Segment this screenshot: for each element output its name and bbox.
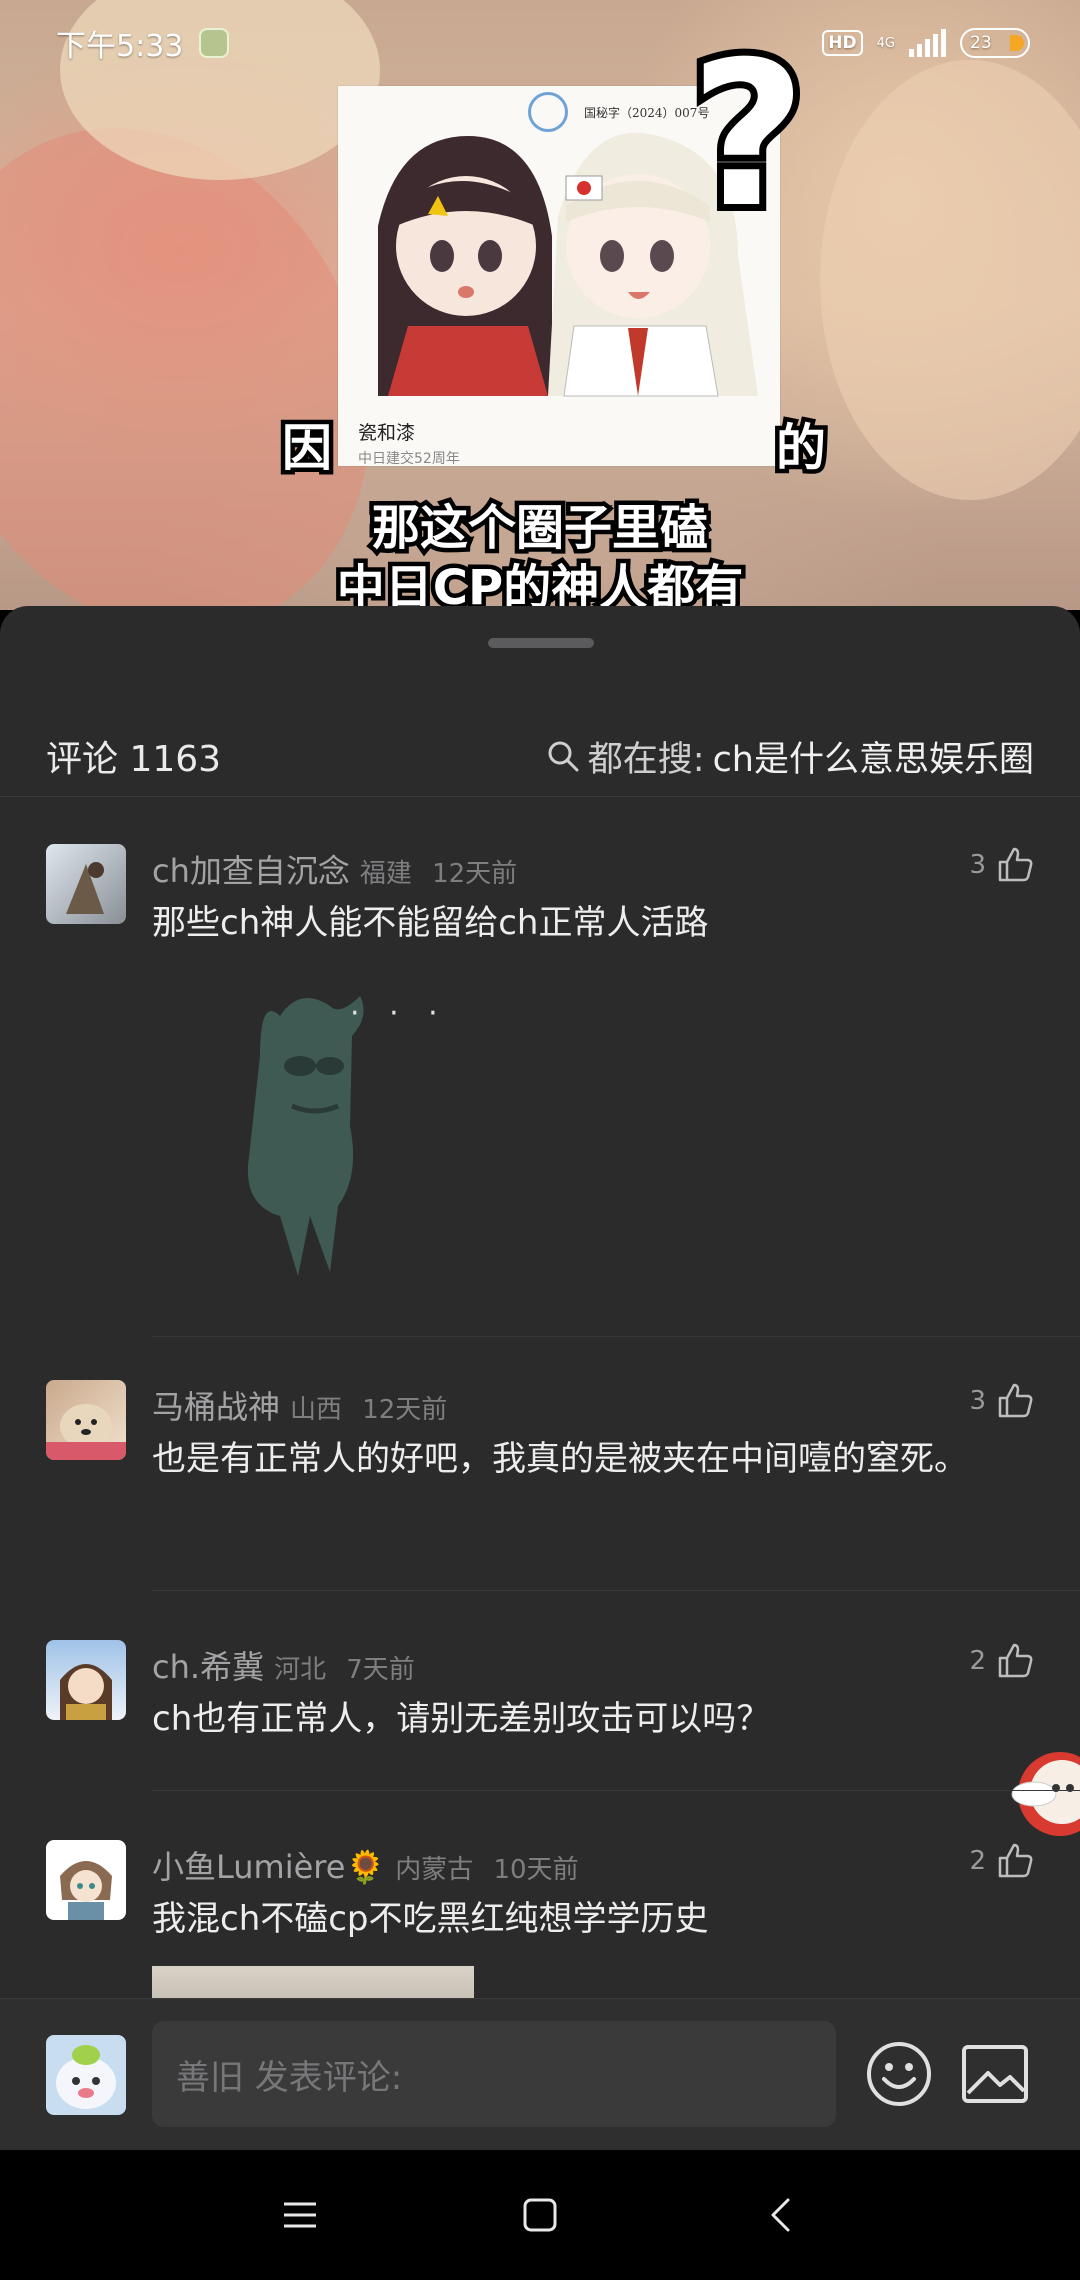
comment-time: 12天前 bbox=[362, 1395, 448, 1425]
comment-username[interactable]: 小鱼Lumière🌻 bbox=[152, 1848, 385, 1886]
drag-handle[interactable] bbox=[488, 638, 594, 648]
comment-item[interactable]: 马桶战神 山西 12天前 3 也是有正常人的好吧，我真的是被夹在中间噎的窒死。 bbox=[0, 1362, 1080, 1622]
comment-input[interactable]: 善旧 发表评论: bbox=[152, 2021, 836, 2127]
system-navigation-bar bbox=[0, 2150, 1080, 2280]
comment-item[interactable]: ch加查自沉念 福建 12天前 3 那些ch神人能不能留给ch正常人活路 · · … bbox=[0, 826, 1080, 1346]
thumbs-up-icon bbox=[998, 1643, 1033, 1678]
comment-meta: ch.希冀 河北 7天前 bbox=[152, 1642, 415, 1688]
comment-input-placeholder: 善旧 发表评论: bbox=[176, 2057, 403, 2098]
subtitle-fragment-left: 因 bbox=[278, 415, 337, 482]
comment-divider bbox=[152, 1790, 1080, 1791]
avatar[interactable] bbox=[46, 1380, 126, 1460]
network-type: 4G bbox=[876, 35, 895, 51]
comment-username[interactable]: 马桶战神 bbox=[152, 1388, 280, 1426]
search-prefix: 都在搜: bbox=[587, 739, 705, 780]
comment-meta: 小鱼Lumière🌻 内蒙古 10天前 bbox=[152, 1842, 579, 1888]
thumbs-up-icon bbox=[998, 1843, 1033, 1878]
comment-text: 我混ch不磕cp不吃黑红纯想学学历史 bbox=[152, 1899, 709, 1939]
question-mark-sticker: ? bbox=[683, 19, 813, 252]
thumbs-up-icon bbox=[998, 847, 1033, 882]
signal-icon bbox=[909, 29, 946, 57]
comment-username[interactable]: ch加查自沉念 bbox=[152, 852, 350, 890]
comment-divider bbox=[152, 1590, 1080, 1591]
back-icon[interactable] bbox=[760, 2195, 800, 2235]
subtitle-fragment-right: 的 bbox=[772, 415, 831, 482]
notification-app-icon bbox=[199, 28, 230, 58]
like-button[interactable]: 2 bbox=[969, 1842, 1034, 1880]
search-keyword: ch是什么意思娱乐圈 bbox=[712, 739, 1034, 780]
avatar[interactable] bbox=[46, 1640, 126, 1720]
meme-caption: · · · bbox=[350, 996, 448, 1031]
comment-location: 福建 bbox=[359, 859, 412, 889]
comment-image-preview[interactable] bbox=[152, 1966, 474, 2002]
comment-item[interactable]: 小鱼Lumière🌻 内蒙古 10天前 2 我混ch不磕cp不吃黑红纯想学学历史 bbox=[0, 1822, 1080, 2002]
comment-divider bbox=[152, 1336, 1080, 1337]
emoji-icon[interactable] bbox=[864, 2039, 934, 2109]
my-avatar[interactable] bbox=[46, 2035, 126, 2115]
comment-location: 河北 bbox=[274, 1655, 327, 1685]
document-subcaption: 中日建交52周年 bbox=[358, 451, 460, 464]
avatar[interactable] bbox=[46, 1840, 126, 1920]
like-button[interactable]: 3 bbox=[969, 1382, 1034, 1420]
like-count: 2 bbox=[969, 1646, 986, 1676]
thumbs-up-icon bbox=[998, 1383, 1033, 1418]
search-icon bbox=[548, 741, 579, 772]
hd-voice-icon: HD bbox=[822, 30, 863, 56]
status-bar: 下午5:33 HD 4G 23 bbox=[0, 0, 1080, 86]
like-button[interactable]: 2 bbox=[969, 1642, 1034, 1680]
avatar[interactable] bbox=[46, 844, 126, 924]
menu-icon[interactable] bbox=[280, 2195, 320, 2235]
video-subtitle-line-3: 中日CP的神人都有 bbox=[332, 556, 747, 611]
comment-item[interactable]: ch.希冀 河北 7天前 2 ch也有正常人，请别无差别攻击可以吗？ bbox=[0, 1622, 1080, 1822]
like-count: 3 bbox=[969, 850, 986, 880]
image-icon[interactable] bbox=[960, 2041, 1030, 2107]
comment-time: 12天前 bbox=[432, 859, 518, 889]
comment-input-bar: 善旧 发表评论: bbox=[0, 1998, 1080, 2150]
comment-image[interactable]: · · · bbox=[220, 976, 480, 1286]
battery-icon: 23 bbox=[960, 28, 1030, 58]
comment-text: 也是有正常人的好吧，我真的是被夹在中间噎的窒死。 bbox=[152, 1439, 968, 1479]
comment-location: 内蒙古 bbox=[395, 1855, 474, 1885]
comment-text: 那些ch神人能不能留给ch正常人活路 bbox=[152, 903, 709, 943]
like-button[interactable]: 3 bbox=[969, 846, 1034, 884]
comment-location: 山西 bbox=[290, 1395, 343, 1425]
document-caption: 瓷和漆 bbox=[358, 422, 416, 444]
comment-username[interactable]: ch.希冀 bbox=[152, 1648, 264, 1686]
comment-time: 7天前 bbox=[346, 1655, 415, 1685]
divider bbox=[0, 796, 1080, 797]
comment-time: 10天前 bbox=[493, 1855, 579, 1885]
like-count: 2 bbox=[969, 1846, 986, 1876]
comment-meta: ch加查自沉念 福建 12天前 bbox=[152, 846, 517, 892]
comments-title: 评论 1163 bbox=[46, 739, 222, 780]
search-suggestion[interactable]: 都在搜: ch是什么意思娱乐圈 bbox=[546, 731, 1034, 782]
status-time: 下午5:33 bbox=[56, 29, 184, 64]
video-background-shape bbox=[820, 60, 1080, 500]
comment-text: ch也有正常人，请别无差别攻击可以吗？ bbox=[152, 1699, 771, 1739]
comments-header: 评论 1163 都在搜: ch是什么意思娱乐圈 bbox=[0, 716, 1080, 796]
video-player[interactable]: 下午5:33 HD 4G 23 国秘字（2024）007号 瓷和漆 中日建交52… bbox=[0, 0, 1080, 610]
comments-panel: 评论 1163 都在搜: ch是什么意思娱乐圈 ch加查自沉念 福建 12天前 3… bbox=[0, 606, 1080, 2150]
battery-level: 23 bbox=[970, 33, 992, 53]
comment-meta: 马桶战神 山西 12天前 bbox=[152, 1382, 447, 1428]
like-count: 3 bbox=[969, 1386, 986, 1416]
home-icon[interactable] bbox=[520, 2195, 560, 2235]
